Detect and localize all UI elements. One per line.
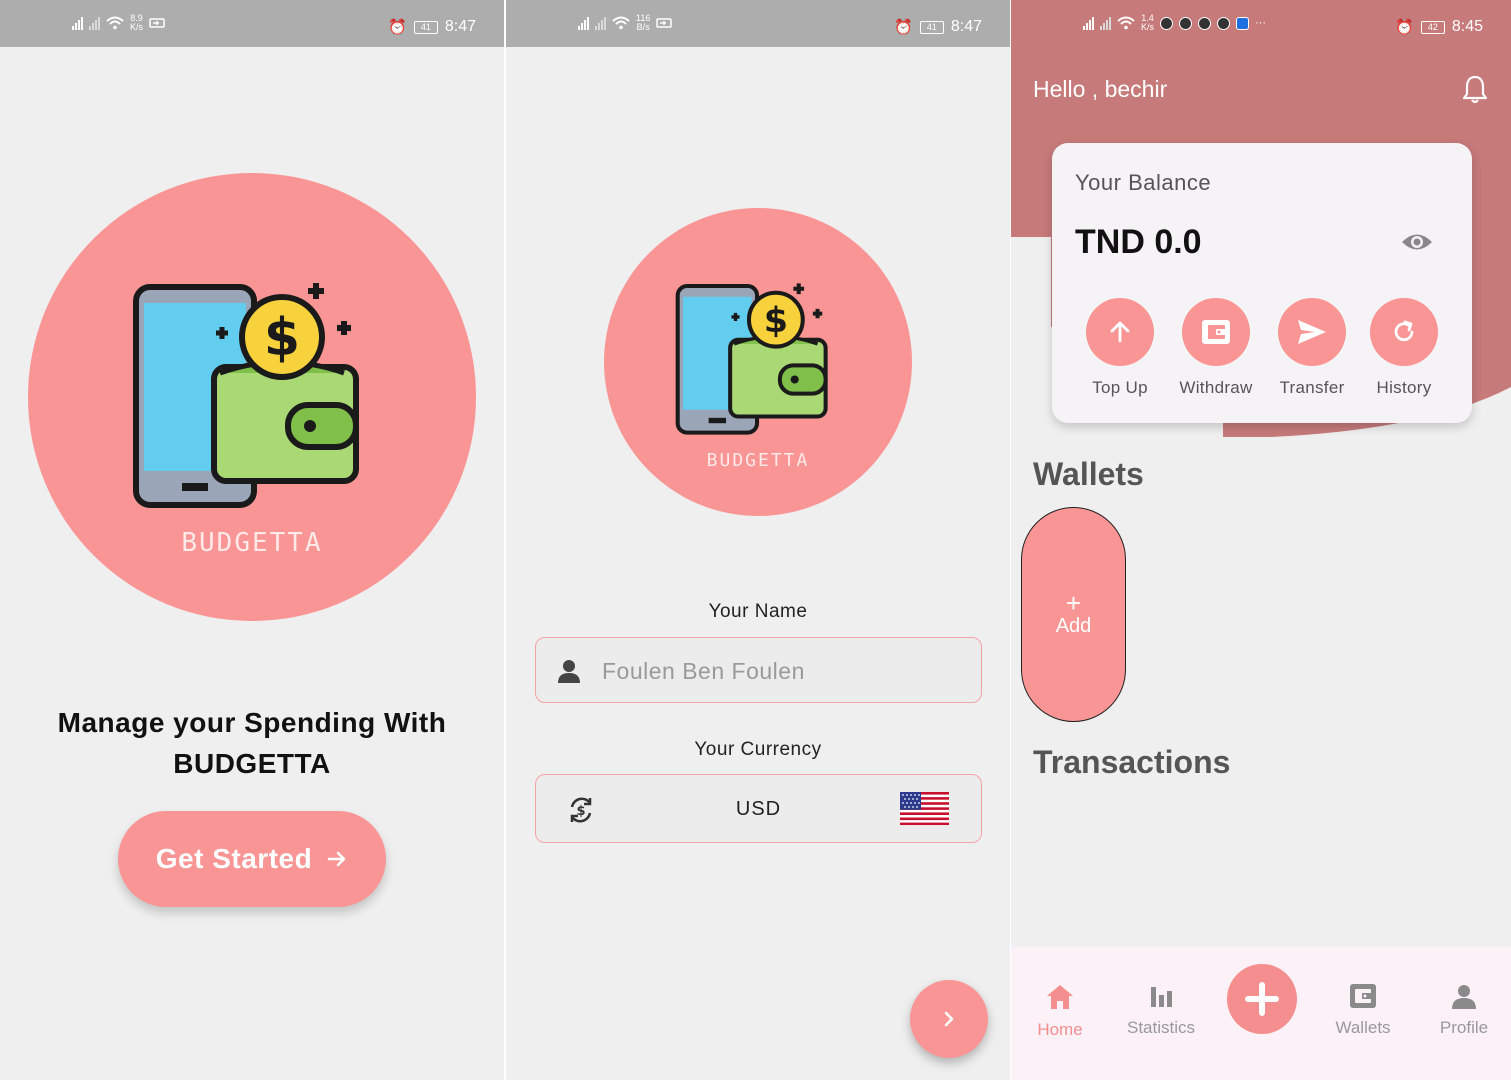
history-button[interactable]: History (1356, 298, 1452, 398)
nav-profile[interactable]: Profile (1419, 983, 1509, 1038)
nav-statistics-label: Statistics (1126, 1018, 1196, 1037)
battery-indicator: 41 (919, 20, 944, 34)
signal-icon (1083, 16, 1094, 30)
name-input[interactable]: Foulen Ben Foulen (535, 637, 982, 703)
nav-home[interactable]: Home (1015, 983, 1105, 1040)
logo-text: BUDGETTA (706, 450, 810, 471)
transactions-title: Transactions (1033, 744, 1231, 780)
headline-line-1: Manage your Spending With (57, 707, 447, 738)
status-bar: 116 B/s ⏰ 41 8:47 (506, 0, 1010, 47)
signal-icon (578, 16, 589, 30)
wallet-icon (1350, 984, 1376, 1008)
bottom-navigation: Home Statistics Wallets Profile (1011, 947, 1511, 1080)
history-label: History (1376, 378, 1432, 397)
status-bar: 8.9 K/s ⏰ 41 8:47 (0, 0, 504, 47)
battery-indicator: 41 (413, 20, 438, 34)
withdraw-button[interactable]: Withdraw (1168, 298, 1264, 398)
messenger-notification-icon (1160, 16, 1174, 30)
status-time: 8:47 (950, 18, 982, 35)
balance-card: Your Balance TND 0.0 Top Up Withdraw Tra… (1052, 143, 1472, 423)
status-time: 8:45 (1451, 18, 1483, 35)
status-time: 8:47 (444, 18, 476, 35)
add-wallet-button[interactable]: + Add (1021, 507, 1126, 722)
app-logo: $ BUDGETTA (28, 173, 476, 621)
net-speed-unit: B/s (636, 22, 650, 32)
us-flag-icon (900, 792, 949, 825)
get-started-button[interactable]: Get Started (118, 811, 386, 907)
net-speed-unit: K/s (130, 22, 144, 32)
signal-icon (595, 16, 606, 30)
home-dashboard-screen: 1.4 K/s ··· ⏰ 42 8:45 Hello , bechir Your… (1011, 0, 1511, 1080)
phone-wallet-icon: $ (675, 283, 828, 435)
vpn-key-icon (149, 18, 165, 28)
wifi-icon (612, 16, 630, 30)
next-button[interactable] (910, 980, 988, 1058)
svg-text:$: $ (264, 308, 300, 368)
balance-label: Your Balance (1075, 170, 1212, 195)
net-speed-unit: K/s (1141, 22, 1155, 32)
nav-home-label: Home (1037, 1020, 1083, 1039)
get-started-label: Get Started (155, 843, 313, 874)
name-label: Your Name (708, 601, 808, 622)
refresh-icon (1394, 320, 1414, 342)
status-bar: 1.4 K/s ··· ⏰ 42 8:45 (1011, 0, 1511, 47)
home-icon (1047, 985, 1073, 1009)
add-wallet-label: Add (1055, 615, 1092, 637)
instagram-notification-icon (1198, 16, 1212, 30)
nav-statistics[interactable]: Statistics (1116, 983, 1206, 1038)
logo-text: BUDGETTA (181, 528, 323, 558)
app-notification-icon (1236, 16, 1250, 30)
transfer-button[interactable]: Transfer (1264, 298, 1360, 398)
top-up-label: Top Up (1092, 378, 1148, 397)
withdraw-label: Withdraw (1179, 378, 1253, 397)
plus-icon (1245, 982, 1279, 1016)
more-notifications-icon: ··· (1255, 17, 1267, 29)
signal-icon (1100, 16, 1111, 30)
alarm-icon: ⏰ (388, 19, 407, 36)
vpn-key-icon (656, 18, 673, 28)
balance-value: TND 0.0 (1075, 223, 1202, 261)
battery-indicator: 42 (1420, 20, 1445, 34)
name-placeholder: Foulen Ben Foulen (602, 658, 805, 684)
alarm-icon: ⏰ (894, 19, 913, 36)
signal-icon (89, 16, 100, 30)
onboarding-welcome-screen: 8.9 K/s ⏰ 41 8:47 $ BUDGETTA Manage your … (0, 0, 504, 1080)
nav-profile-label: Profile (1439, 1018, 1489, 1037)
bar-chart-icon (1151, 987, 1172, 1007)
nav-wallets-label: Wallets (1335, 1018, 1391, 1037)
arrow-right-icon (327, 851, 346, 867)
alarm-icon: ⏰ (1395, 19, 1414, 36)
welcome-headline: Manage your Spending With BUDGETTA (20, 702, 484, 784)
headline-line-2: BUDGETTA (173, 748, 331, 779)
nav-wallets[interactable]: Wallets (1318, 983, 1408, 1038)
app-logo: $ BUDGETTA (604, 208, 912, 516)
wallet-icon (1202, 320, 1230, 344)
wifi-icon (106, 16, 124, 30)
arrow-up-icon (1110, 321, 1130, 343)
eye-icon[interactable] (1400, 231, 1434, 253)
svg-text:$: $ (764, 301, 788, 341)
quick-actions: Top Up Withdraw Transfer History (1052, 298, 1472, 408)
plus-icon: + (1065, 588, 1082, 618)
greeting: Hello , bechir (1033, 76, 1168, 102)
phone-wallet-icon: $ (133, 283, 359, 508)
profile-icon (1452, 985, 1476, 1009)
person-icon (558, 660, 580, 683)
signal-icon (72, 16, 83, 30)
wifi-icon (1117, 16, 1135, 30)
messenger-notification-icon (1217, 16, 1231, 30)
messenger-notification-icon (1179, 16, 1193, 30)
bell-icon[interactable] (1462, 74, 1488, 104)
profile-setup-screen: 116 B/s ⏰ 41 8:47 $ BUDGETTA Your Name F… (506, 0, 1010, 1080)
top-up-button[interactable]: Top Up (1072, 298, 1168, 398)
transfer-label: Transfer (1279, 378, 1345, 397)
currency-select[interactable]: $ USD (535, 774, 982, 843)
add-transaction-button[interactable] (1227, 964, 1297, 1034)
chevron-right-icon (944, 1011, 954, 1027)
currency-label: Your Currency (694, 739, 822, 760)
wallets-title: Wallets (1033, 456, 1144, 492)
send-icon (1298, 320, 1326, 344)
